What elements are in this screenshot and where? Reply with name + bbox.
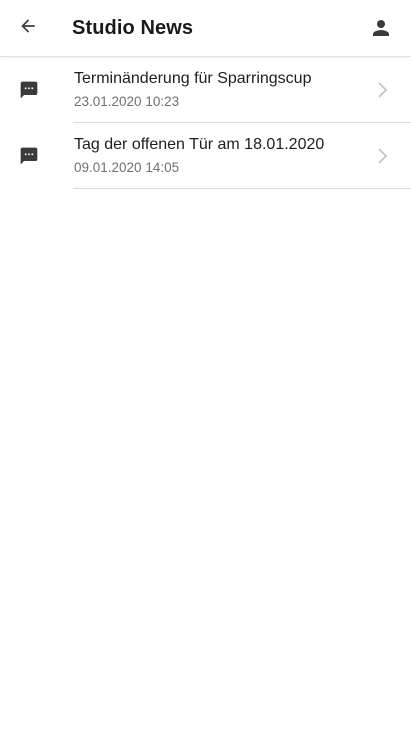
studio-news-screen: Studio News Terminänderung für Sparrings… bbox=[0, 0, 411, 731]
list-item[interactable]: Terminänderung für Sparringscup 23.01.20… bbox=[0, 57, 411, 123]
page-title: Studio News bbox=[72, 17, 194, 39]
news-list: Terminänderung für Sparringscup 23.01.20… bbox=[0, 57, 411, 189]
news-date: 09.01.2020 14:05 bbox=[74, 160, 180, 175]
app-bar: Studio News bbox=[0, 0, 411, 57]
message-icon bbox=[20, 81, 38, 99]
person-icon bbox=[373, 20, 389, 36]
news-title: Terminänderung für Sparringscup bbox=[74, 70, 312, 87]
news-title: Tag der offenen Tür am 18.01.2020 bbox=[74, 136, 325, 153]
arrow-left-icon bbox=[21, 19, 35, 33]
news-date: 23.01.2020 10:23 bbox=[74, 94, 180, 109]
message-icon bbox=[20, 147, 38, 165]
profile-button[interactable] bbox=[359, 6, 403, 50]
back-button[interactable] bbox=[6, 4, 50, 48]
chevron-right-icon bbox=[378, 82, 388, 98]
list-item[interactable]: Tag der offenen Tür am 18.01.2020 09.01.… bbox=[0, 123, 411, 189]
chevron-right-icon bbox=[378, 148, 388, 164]
divider bbox=[73, 188, 411, 189]
